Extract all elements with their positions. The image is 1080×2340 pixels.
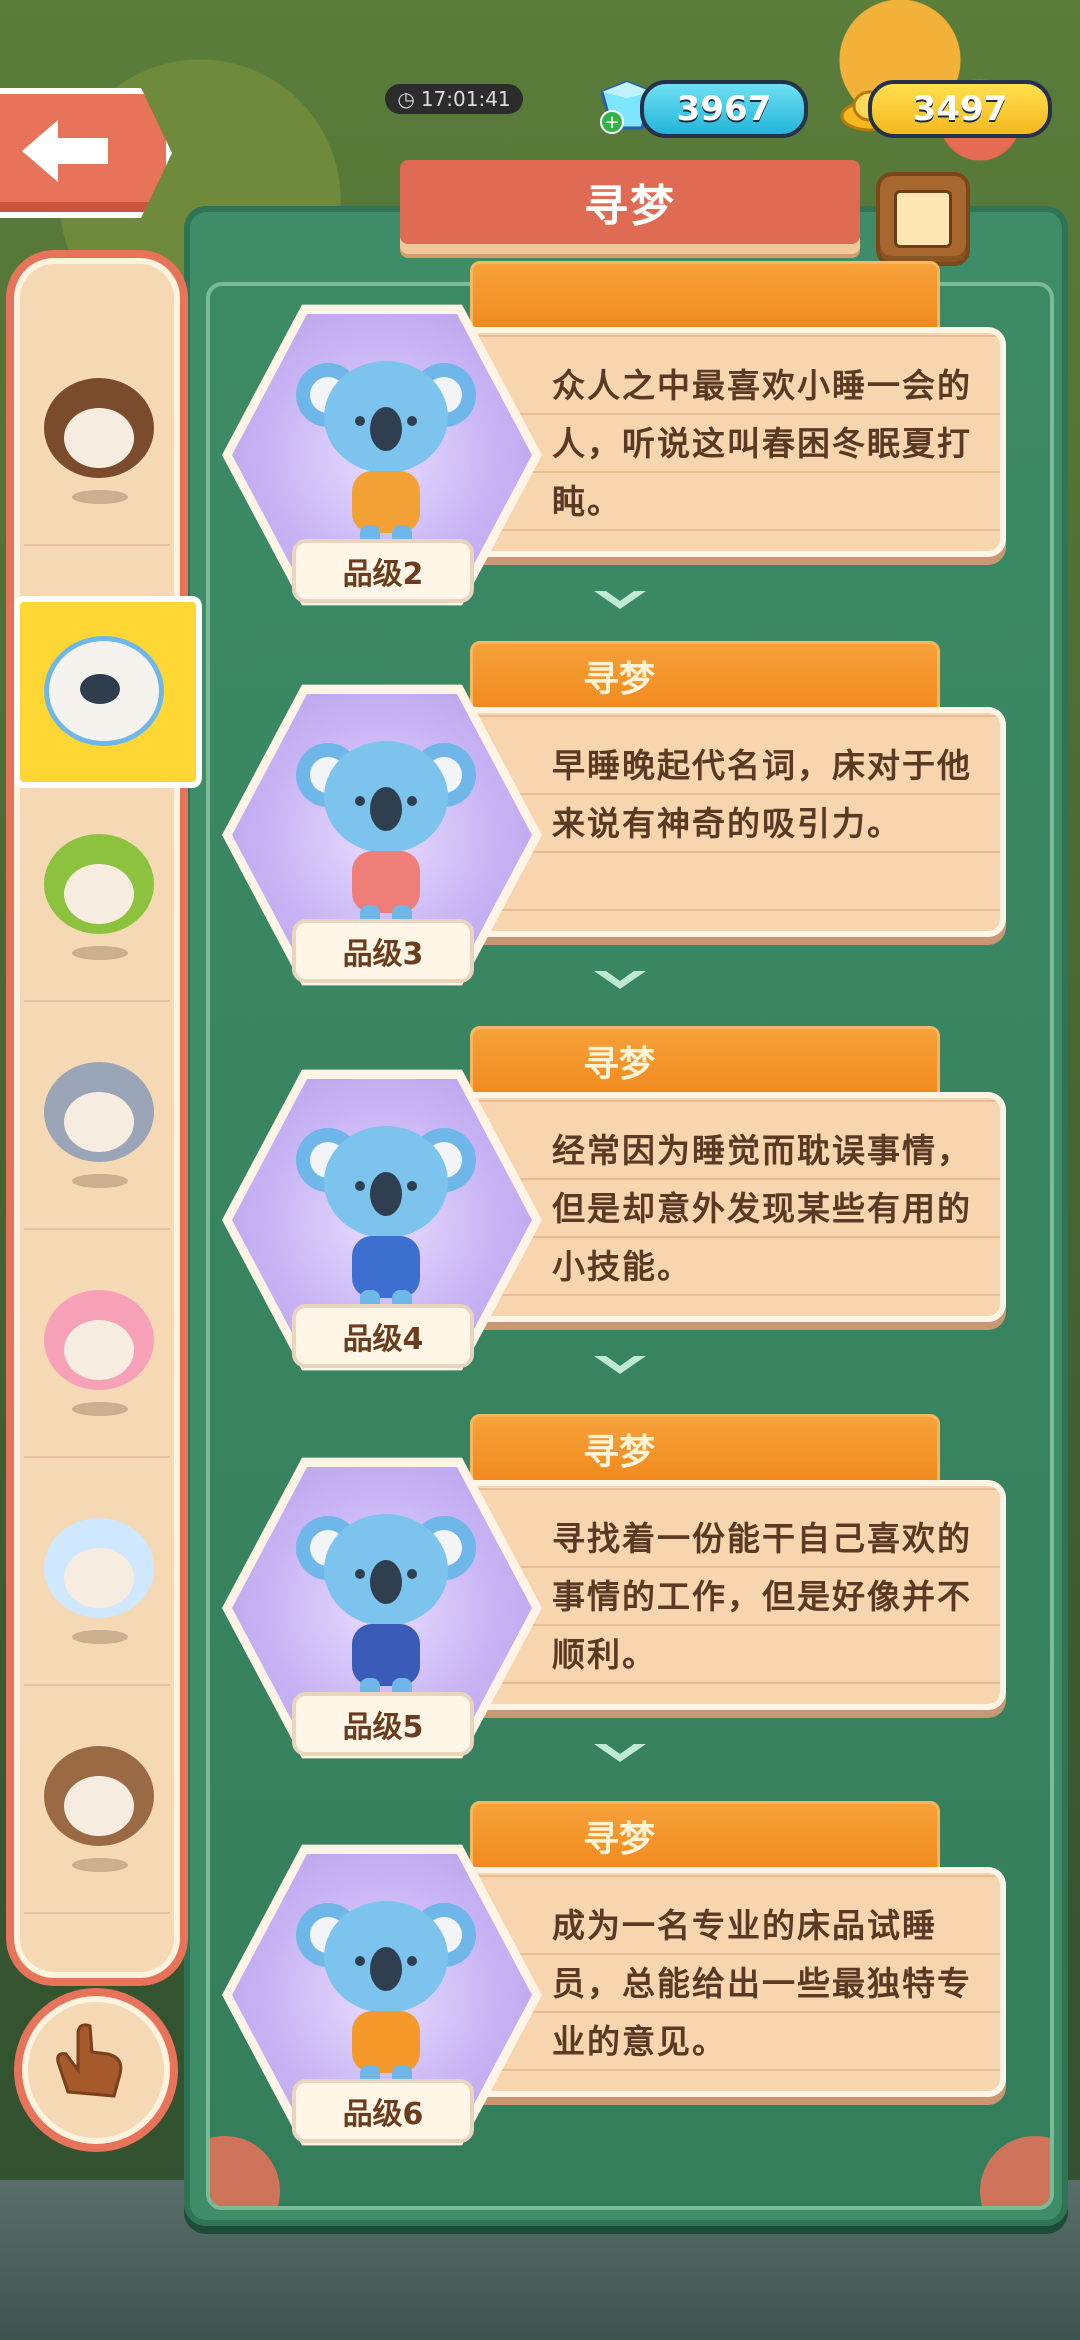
- card-name-tab: 寻梦: [470, 1801, 940, 1871]
- shadow: [72, 1858, 128, 1872]
- back-button[interactable]: [0, 88, 172, 218]
- chevron-down-icon: [594, 971, 646, 989]
- chevron-down-icon: [594, 1744, 646, 1762]
- card-description-text: 众人之中最喜欢小睡一会的人，听说这叫春困冬眠夏打盹。: [552, 366, 972, 521]
- character-rail[interactable]: [6, 250, 188, 1986]
- grade-badge: 品级2: [292, 539, 474, 603]
- grade-badge: 品级4: [292, 1304, 474, 1368]
- frog-face-icon: [64, 864, 134, 924]
- shadow: [72, 1402, 128, 1416]
- book-icon: [894, 190, 952, 248]
- book-button[interactable]: [876, 172, 970, 266]
- card-description-text: 寻找着一份能干自己喜欢的事情的工作，但是好像并不顺利。: [552, 1519, 972, 1674]
- shadow: [72, 1630, 128, 1644]
- timer-display: ◷ 17:01:41: [385, 84, 523, 114]
- arrow-left-icon: [22, 120, 108, 182]
- card-description-text: 经常因为睡觉而耽误事情，但是却意外发现某些有用的小技能。: [552, 1131, 972, 1286]
- rail-item-hedgehog[interactable]: [24, 1696, 170, 1914]
- koala-character-icon: [296, 361, 476, 573]
- rail-item-cat[interactable]: [24, 1240, 170, 1458]
- rail-item-husky[interactable]: [24, 1012, 170, 1230]
- gem-counter[interactable]: 3967: [640, 80, 808, 138]
- card-description-text: 成为一名专业的床品试睡员，总能给出一些最独特专业的意见。: [552, 1906, 972, 2061]
- card-name: 寻梦: [583, 1819, 656, 1860]
- character-card: 寻梦经常因为睡觉而耽误事情，但是却意外发现某些有用的小技能。 品级4: [222, 1026, 1026, 1450]
- grade-badge: 品级3: [292, 919, 474, 983]
- card-name: 寻梦: [583, 659, 656, 700]
- card-name-tab: [470, 261, 940, 331]
- koala-character-icon: [296, 1126, 476, 1338]
- clock-icon: ◷: [397, 87, 415, 111]
- grade-label: 品级4: [342, 1322, 424, 1357]
- card-description-text: 早睡晚起代名词，床对于他来说有神奇的吸引力。: [552, 746, 972, 843]
- grade-label: 品级2: [342, 557, 424, 592]
- page-title-text: 寻梦: [584, 181, 676, 232]
- shadow: [72, 490, 128, 504]
- rail-selected-koala[interactable]: [14, 596, 202, 788]
- character-card: 寻梦早睡晚起代名词，床对于他来说有神奇的吸引力。 品级3: [222, 641, 1026, 1065]
- grade-badge: 品级5: [292, 1692, 474, 1756]
- gem-count: 3967: [676, 89, 772, 129]
- hand-pointer-button[interactable]: [14, 1988, 178, 2152]
- ghost-face-icon: [64, 1548, 134, 1608]
- grade-label: 品级5: [342, 1710, 424, 1745]
- gold-counter: 3497: [868, 80, 1052, 138]
- character-card: 寻梦成为一名专业的床品试睡员，总能给出一些最独特专业的意见。 品级6: [222, 1801, 1026, 2225]
- cat-face-icon: [64, 1320, 134, 1380]
- grade-label: 品级3: [342, 937, 424, 972]
- koala-character-icon: [296, 1514, 476, 1726]
- rail-item-ghost[interactable]: [24, 1468, 170, 1686]
- raccoon-face-icon: [64, 408, 134, 468]
- gold-count: 3497: [912, 89, 1008, 129]
- husky-face-icon: [64, 1092, 134, 1152]
- shadow: [72, 1174, 128, 1188]
- character-card: 众人之中最喜欢小睡一会的人，听说这叫春困冬眠夏打盹。 品级2: [222, 261, 1026, 685]
- card-name-tab: 寻梦: [470, 641, 940, 711]
- chevron-down-icon: [594, 591, 646, 609]
- grade-label: 品级6: [342, 2097, 424, 2132]
- grade-badge: 品级6: [292, 2079, 474, 2143]
- koala-nose-icon: [80, 674, 120, 704]
- timer-text: 17:01:41: [420, 87, 511, 111]
- character-card: 寻梦寻找着一份能干自己喜欢的事情的工作，但是好像并不顺利。 品级5: [222, 1414, 1026, 1838]
- card-name-tab: 寻梦: [470, 1026, 940, 1096]
- card-name: 寻梦: [583, 1044, 656, 1085]
- svg-text:+: +: [604, 112, 619, 133]
- shadow: [72, 946, 128, 960]
- chevron-down-icon: [594, 1356, 646, 1374]
- rail-item-frog[interactable]: [24, 784, 170, 1002]
- card-name: 寻梦: [583, 1432, 656, 1473]
- rail-item-raccoon[interactable]: [24, 328, 170, 546]
- hedgehog-face-icon: [64, 1776, 134, 1836]
- koala-character-icon: [296, 741, 476, 953]
- koala-character-icon: [296, 1901, 476, 2113]
- card-name-tab: 寻梦: [470, 1414, 940, 1484]
- hand-icon: [56, 2023, 123, 2098]
- page-title: 寻梦: [400, 160, 860, 244]
